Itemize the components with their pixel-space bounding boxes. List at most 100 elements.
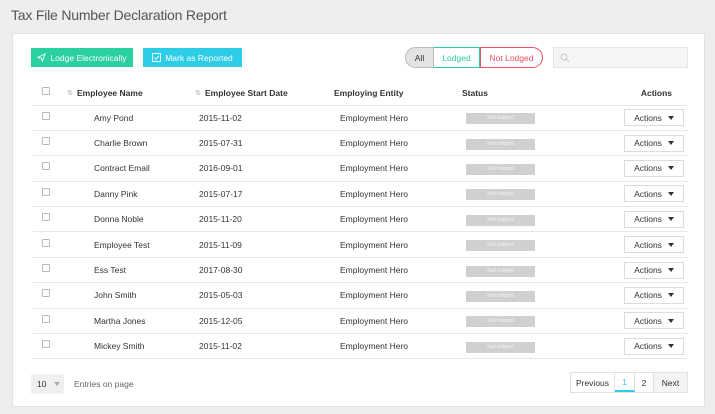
table-row: Contract Email 2016-09-01 Employment Her… xyxy=(33,155,688,182)
actions-dropdown-button[interactable]: Actions xyxy=(624,185,684,203)
header-employee-name[interactable]: ⇅ Employee Name xyxy=(67,81,195,106)
filter-lodged[interactable]: Lodged xyxy=(434,47,480,68)
employee-name: Employee Test xyxy=(67,231,195,258)
employee-name: Contract Email xyxy=(67,155,195,182)
row-checkbox[interactable] xyxy=(42,264,50,273)
row-checkbox[interactable] xyxy=(42,340,50,349)
status-filter-group: All Lodged Not Lodged xyxy=(405,47,543,68)
employee-name: Martha Jones xyxy=(67,308,195,335)
employee-name: Ess Test xyxy=(67,257,195,284)
pagination-next[interactable]: Next xyxy=(654,373,687,392)
row-checkbox[interactable] xyxy=(42,213,50,222)
employing-entity: Employment Hero xyxy=(334,308,462,335)
caret-down-icon xyxy=(667,318,674,323)
row-checkbox[interactable] xyxy=(42,238,50,247)
status-badge: Not lodged xyxy=(466,240,535,252)
caret-down-icon xyxy=(667,217,674,222)
employee-name: Amy Pond xyxy=(67,105,195,131)
start-date: 2017-08-30 xyxy=(195,257,334,284)
status-badge: Not lodged xyxy=(466,189,535,201)
status-badge: Not lodged xyxy=(466,290,535,302)
pagination-previous[interactable]: Previous xyxy=(571,373,615,392)
caret-down-icon xyxy=(54,382,61,386)
status-badge: Not lodged xyxy=(466,316,535,328)
header-start-date[interactable]: ⇅ Employee Start Date xyxy=(195,81,334,106)
employee-name: Mickey Smith xyxy=(67,333,195,360)
actions-dropdown-button[interactable]: Actions xyxy=(624,210,684,228)
checkbox-icon xyxy=(152,53,162,62)
employing-entity: Employment Hero xyxy=(334,231,462,258)
header-status: Status xyxy=(462,81,598,106)
caret-down-icon xyxy=(667,191,674,196)
select-all-checkbox[interactable] xyxy=(42,86,50,95)
pagination-page-1[interactable]: 1 xyxy=(615,373,635,392)
pagination-page-2[interactable]: 2 xyxy=(635,373,654,392)
status-badge: Not lodged xyxy=(466,113,535,125)
search-input[interactable] xyxy=(574,50,684,65)
start-date: 2015-11-02 xyxy=(195,105,334,131)
lodge-electronically-label: Lodge Electronically xyxy=(50,52,127,63)
caret-down-icon xyxy=(667,344,674,349)
table-header-row: ⇅ Employee Name ⇅ Employee Start Date Empl… xyxy=(33,81,688,106)
mark-as-reported-label: Mark as Reported xyxy=(165,52,233,63)
actions-dropdown-button[interactable]: Actions xyxy=(624,134,684,152)
actions-dropdown-button[interactable]: Actions xyxy=(624,109,684,127)
report-panel: Lodge Electronically Mark as Reported Al… xyxy=(12,33,705,407)
actions-dropdown-button[interactable]: Actions xyxy=(624,337,684,355)
actions-dropdown-button[interactable]: Actions xyxy=(624,286,684,304)
start-date: 2015-07-31 xyxy=(195,130,334,157)
filter-not-lodged[interactable]: Not Lodged xyxy=(480,47,543,68)
caret-down-icon xyxy=(667,268,674,273)
employee-name: Donna Noble xyxy=(67,206,195,233)
employee-name: John Smith xyxy=(67,282,195,309)
actions-dropdown-button[interactable]: Actions xyxy=(624,261,684,279)
row-checkbox[interactable] xyxy=(42,111,50,120)
status-badge: Not lodged xyxy=(466,265,535,277)
row-checkbox[interactable] xyxy=(42,187,50,196)
page-title: Tax File Number Declaration Report xyxy=(11,7,227,23)
employing-entity: Employment Hero xyxy=(334,130,462,157)
start-date: 2015-11-20 xyxy=(195,206,334,233)
caret-down-icon xyxy=(667,166,674,171)
actions-dropdown-button[interactable]: Actions xyxy=(624,159,684,177)
search-icon xyxy=(560,53,570,63)
header-actions: Actions xyxy=(598,81,688,106)
employing-entity: Employment Hero xyxy=(334,282,462,309)
employing-entity: Employment Hero xyxy=(334,206,462,233)
caret-down-icon xyxy=(667,293,674,298)
paper-plane-icon xyxy=(37,53,47,62)
start-date: 2015-05-03 xyxy=(195,282,334,309)
row-checkbox[interactable] xyxy=(42,314,50,323)
employee-name: Danny Pink xyxy=(67,181,195,208)
mark-as-reported-button[interactable]: Mark as Reported xyxy=(143,48,242,67)
row-checkbox[interactable] xyxy=(42,162,50,171)
pagination: Previous 1 2 Next xyxy=(570,372,688,393)
lodge-electronically-button[interactable]: Lodge Electronically xyxy=(31,48,133,67)
actions-dropdown-button[interactable]: Actions xyxy=(624,236,684,254)
row-checkbox[interactable] xyxy=(42,289,50,298)
page-size-select[interactable]: 10 xyxy=(31,374,64,394)
start-date: 2016-09-01 xyxy=(195,155,334,182)
caret-down-icon xyxy=(667,115,674,120)
table-row: Danny Pink 2015-07-17 Employment Hero No… xyxy=(33,181,688,208)
employing-entity: Employment Hero xyxy=(334,333,462,360)
status-badge: Not lodged xyxy=(466,341,535,353)
employing-entity: Employment Hero xyxy=(334,155,462,182)
table-row: Donna Noble 2015-11-20 Employment Hero N… xyxy=(33,206,688,233)
row-checkbox[interactable] xyxy=(42,137,50,146)
caret-down-icon xyxy=(667,242,674,247)
header-employing-entity: Employing Entity xyxy=(334,81,462,106)
table-row: Employee Test 2015-11-09 Employment Hero… xyxy=(33,231,688,258)
status-badge: Not lodged xyxy=(466,138,535,150)
start-date: 2015-07-17 xyxy=(195,181,334,208)
employing-entity: Employment Hero xyxy=(334,257,462,284)
actions-dropdown-button[interactable]: Actions xyxy=(624,312,684,330)
page-size-value: 10 xyxy=(37,379,47,389)
table-row: Charlie Brown 2015-07-31 Employment Hero… xyxy=(33,130,688,157)
status-badge: Not lodged xyxy=(466,214,535,226)
table-row: John Smith 2015-05-03 Employment Hero No… xyxy=(33,282,688,309)
caret-down-icon xyxy=(667,141,674,146)
filter-all[interactable]: All xyxy=(405,47,434,68)
table-row: Amy Pond 2015-11-02 Employment Hero Not … xyxy=(33,105,688,131)
search-box xyxy=(553,47,688,68)
